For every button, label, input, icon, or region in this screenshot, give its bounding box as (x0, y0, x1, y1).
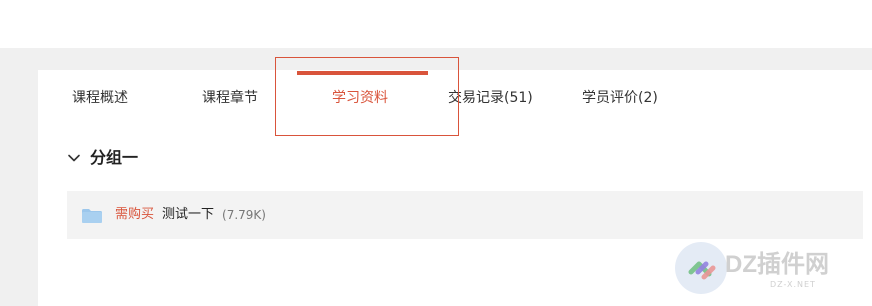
tab-course-overview[interactable]: 课程概述 (72, 89, 128, 107)
group-header[interactable]: 分组一 (66, 147, 138, 169)
tab-course-chapters[interactable]: 课程章节 (202, 89, 258, 107)
purchase-required-badge: 需购买 (115, 207, 155, 222)
resource-row[interactable]: 需购买 测试一下 (7.79K) (67, 191, 863, 239)
top-header-area (0, 0, 872, 48)
tab-study-materials[interactable]: 学习资料 (332, 89, 388, 107)
tab-transaction-records[interactable]: 交易记录(51) (448, 89, 533, 107)
chevron-down-icon[interactable] (66, 150, 82, 166)
active-tab-underline (297, 71, 428, 75)
folder-icon (82, 208, 102, 223)
resource-name[interactable]: 测试一下 (162, 207, 214, 223)
tab-student-reviews[interactable]: 学员评价(2) (582, 89, 658, 107)
resource-text-group: 需购买 测试一下 (7.79K) (115, 207, 266, 223)
resource-size: (7.79K) (222, 208, 266, 222)
group-title: 分组一 (90, 148, 139, 167)
